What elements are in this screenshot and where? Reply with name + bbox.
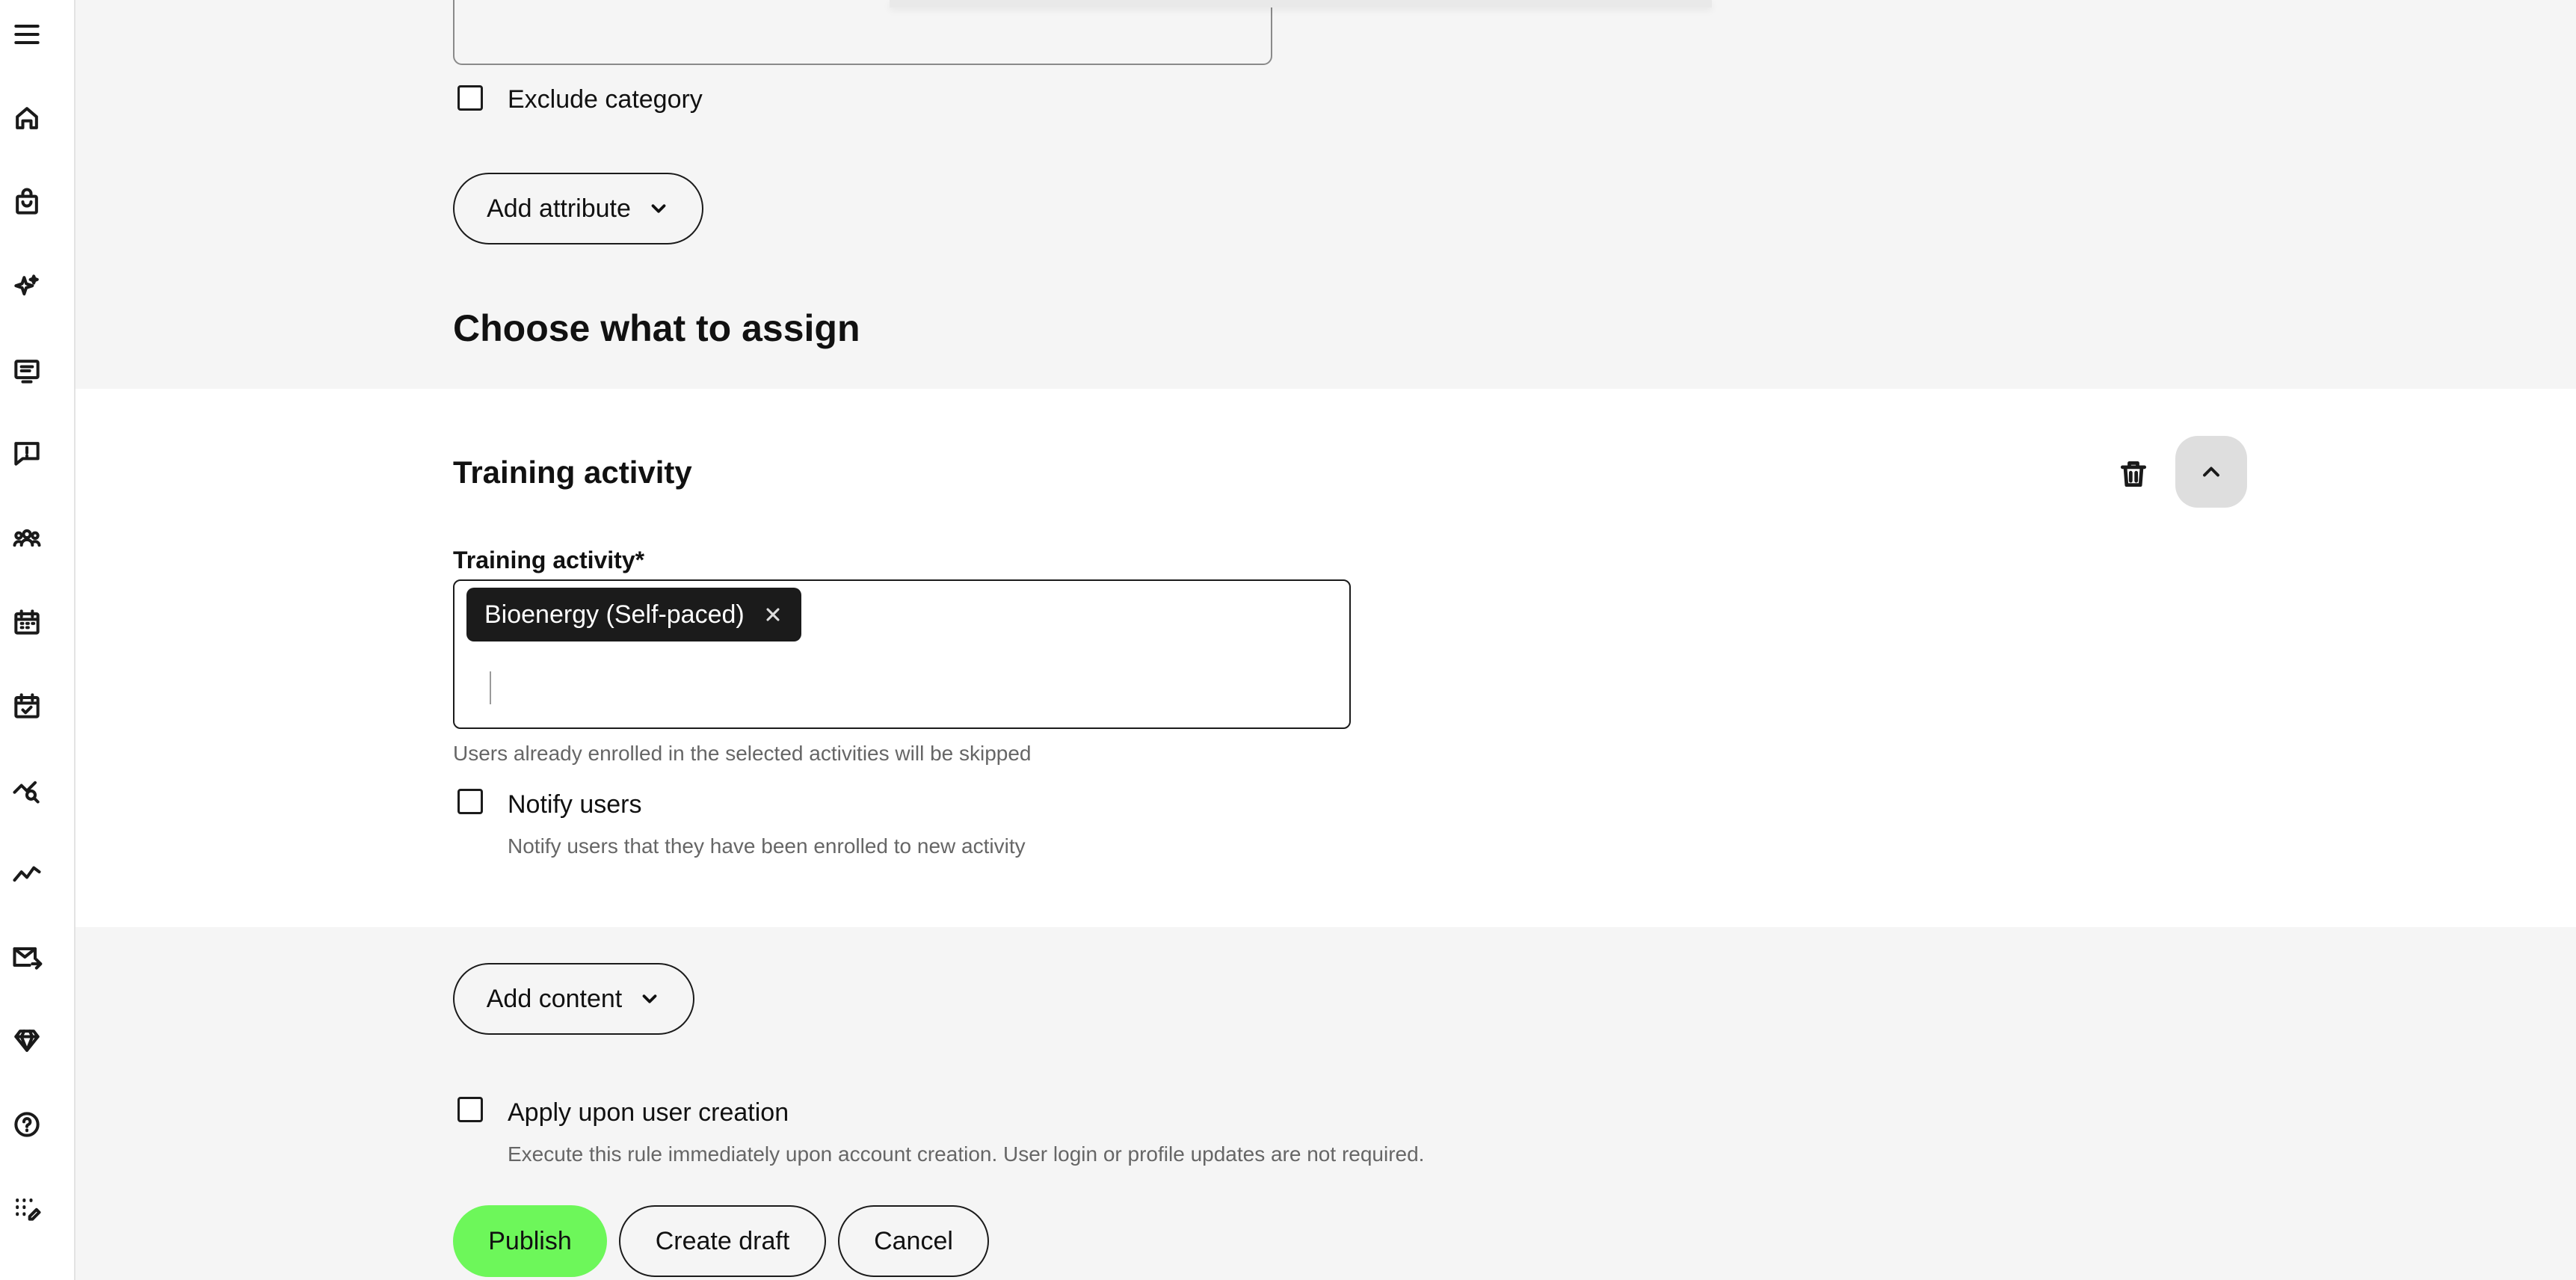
section-heading: Choose what to assign [453,307,860,349]
helper-text: Users already enrolled in the selected a… [453,742,1032,765]
apps-edit-icon[interactable] [10,1192,43,1225]
required-mark: * [635,547,645,573]
apply-upon-creation-help: Execute this rule immediately upon accou… [508,1142,1425,1166]
dropdown-shadow [890,0,1712,7]
selected-chip: Bioenergy (Self-paced) [466,588,801,641]
mail-send-icon[interactable] [10,941,43,973]
add-attribute-label: Add attribute [487,194,631,223]
add-content-label: Add content [486,984,623,1013]
calendar-icon[interactable] [10,606,43,639]
shopping-bag-icon[interactable] [10,185,43,218]
trash-icon [2120,461,2147,487]
chevron-down-icon [651,204,666,213]
publish-button[interactable]: Publish [453,1205,607,1277]
add-content-button[interactable]: Add content [453,963,694,1035]
gem-icon[interactable] [10,1024,43,1057]
analytics-search-icon[interactable] [10,773,43,806]
help-icon[interactable] [10,1108,43,1141]
exclude-category-label: Exclude category [508,85,703,114]
calendar-check-icon[interactable] [10,689,43,722]
field-label-text: Training activity [453,547,635,573]
users-icon[interactable] [10,522,43,555]
chevron-up-icon [2203,467,2219,477]
sparkles-icon[interactable] [10,271,43,304]
alert-message-icon[interactable] [10,437,43,470]
exclude-category-checkbox[interactable] [457,85,483,111]
course-icon[interactable] [10,354,43,387]
collapse-button[interactable] [2175,436,2247,508]
trend-icon[interactable] [10,857,43,890]
category-textarea[interactable] [453,0,1272,65]
notify-users-help: Notify users that they have been enrolle… [508,834,1026,858]
card-title: Training activity [453,455,692,490]
remove-chip-icon[interactable] [762,604,783,625]
chip-label: Bioenergy (Self-paced) [484,600,745,629]
text-caret [490,671,491,704]
notify-users-label: Notify users [508,790,642,819]
chevron-down-icon [642,994,657,1003]
notify-users-checkbox[interactable] [457,789,483,814]
apply-upon-creation-checkbox[interactable] [457,1097,483,1122]
cancel-button[interactable]: Cancel [838,1205,989,1277]
delete-button[interactable] [2113,453,2154,495]
create-draft-button[interactable]: Create draft [619,1205,826,1277]
training-activity-field-label: Training activity* [453,547,644,574]
apply-upon-creation-label: Apply upon user creation [508,1098,789,1127]
sidebar-rail [0,0,76,1280]
add-attribute-button[interactable]: Add attribute [453,173,703,244]
menu-icon[interactable] [10,18,43,51]
home-icon[interactable] [10,102,43,135]
